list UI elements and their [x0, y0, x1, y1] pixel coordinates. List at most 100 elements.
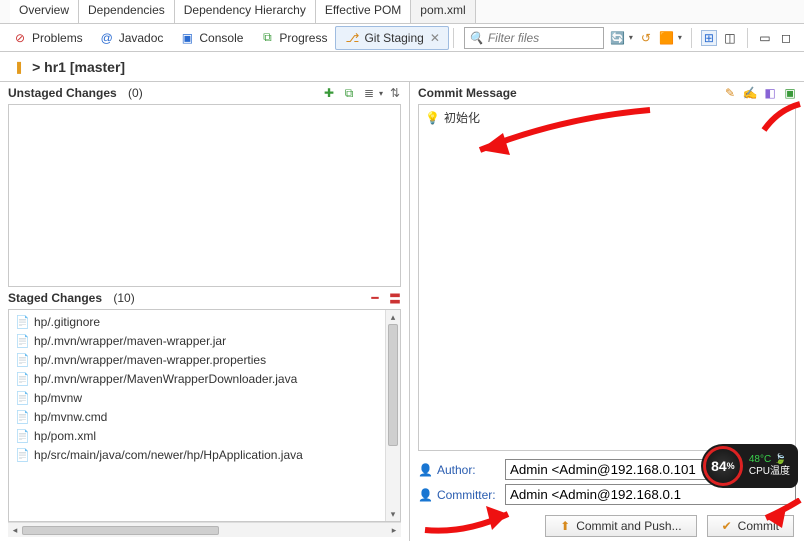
maximize-icon[interactable]: ◻	[778, 30, 794, 46]
repo-icon: ❚	[14, 60, 24, 74]
staged-block: Staged Changes (10) ━ 〓 📄hp/.gitignore📄h…	[0, 287, 409, 541]
scroll-right-button[interactable]: ▸	[387, 525, 401, 536]
separator	[691, 28, 692, 48]
author-label-text: Author:	[437, 463, 476, 477]
file-new-icon: 📄	[15, 353, 29, 367]
sort-icon[interactable]: ⇅	[387, 85, 403, 101]
repo-name: hr1	[44, 59, 66, 75]
view-tab-label: Problems	[32, 31, 83, 45]
list-item[interactable]: 📄hp/pom.xml	[13, 426, 396, 445]
editor-tab-dependencies[interactable]: Dependencies	[79, 0, 175, 23]
file-new-icon: 📄	[15, 315, 29, 329]
view-tab-javadoc[interactable]: @ Javadoc	[91, 26, 172, 50]
unstage-all-icon[interactable]: 〓	[387, 290, 403, 306]
view-tab-progress[interactable]: ⧉ Progress	[251, 26, 335, 50]
filter-input[interactable]: 🔍 Filter files	[464, 27, 604, 49]
view-toolbar: 🔄▾ ↺ 🟧▾ ⊞ ◫ ▭ ◻	[610, 28, 794, 48]
view-tab-console[interactable]: ▣ Console	[171, 26, 251, 50]
file-new-icon: 📄	[15, 372, 29, 386]
scroll-up-button[interactable]: ▴	[386, 310, 400, 324]
amend-icon[interactable]: ↺	[638, 30, 654, 46]
list-item[interactable]: 📄hp/mvnw	[13, 388, 396, 407]
commit-button[interactable]: ✔ Commit	[707, 515, 794, 537]
cylinder-icon[interactable]: 🟧	[659, 30, 675, 46]
amend-commit-icon[interactable]: ✎	[722, 85, 738, 101]
staged-pane[interactable]: 📄 hp/.gitignore 📄hp/.mvn/wrapper/maven-wra…	[8, 309, 401, 522]
scrollbar-vertical[interactable]: ▴ ▾	[385, 310, 400, 521]
view-tab-label: Javadoc	[119, 31, 164, 45]
commit-heading: Commit Message	[418, 86, 517, 100]
view-tab-label: Progress	[279, 31, 327, 45]
progress-icon: ⧉	[259, 30, 275, 46]
person-pen-icon: 👤	[418, 488, 433, 502]
leaf-icon: 🍃	[774, 454, 786, 465]
editor-tab-pom-xml[interactable]: pom.xml	[411, 0, 475, 23]
staged-header: Staged Changes (10) ━ 〓	[0, 287, 409, 309]
minimize-icon[interactable]: ▭	[757, 30, 773, 46]
editor-tab-dependency-hierarchy[interactable]: Dependency Hierarchy	[175, 0, 316, 23]
chevron-down-icon[interactable]: ▾	[629, 33, 633, 42]
list-icon[interactable]: ≣	[361, 85, 377, 101]
scroll-thumb[interactable]	[388, 324, 398, 446]
cpu-temp-value: 48°C	[749, 454, 771, 465]
view-tab-problems[interactable]: ⊘ Problems	[4, 26, 91, 50]
git-staging-icon: ⎇	[344, 30, 360, 46]
file-new-icon: 📄	[15, 410, 29, 424]
unstaged-block: Unstaged Changes (0) ✚ ⧉ ≣▾ ⇅	[0, 82, 409, 287]
scroll-down-button[interactable]: ▾	[386, 507, 400, 521]
person-icon: 👤	[418, 463, 433, 477]
unstage-icon[interactable]: ━	[367, 290, 383, 306]
editor-tab-bar: Overview Dependencies Dependency Hierarc…	[0, 0, 804, 24]
close-icon[interactable]: ✕	[430, 31, 440, 45]
columns-icon[interactable]: ◫	[722, 30, 738, 46]
repo-branch: [master]	[70, 59, 125, 75]
cpu-widget[interactable]: 84% 48°C 🍃 CPU温度	[701, 444, 798, 488]
layout-toggle-icon[interactable]: ⊞	[701, 30, 717, 46]
console-icon: ▣	[179, 30, 195, 46]
chevron-down-icon[interactable]: ▾	[678, 33, 682, 42]
scrollbar-horizontal[interactable]: ◂ ▸	[8, 522, 401, 537]
unstaged-pane[interactable]	[8, 104, 401, 287]
button-label: Commit and Push...	[576, 519, 681, 533]
list-item[interactable]: 📄hp/src/main/java/com/newer/hp/HpApplica…	[13, 445, 396, 464]
file-path: hp/pom.xml	[34, 429, 96, 443]
file-path: hp/.gitignore	[34, 315, 100, 329]
views-bar: ⊘ Problems @ Javadoc ▣ Console ⧉ Progres…	[0, 24, 804, 52]
list-item[interactable]: 📄 hp/.gitignore	[13, 312, 396, 331]
view-tab-label: Git Staging	[364, 31, 423, 45]
changeid-icon[interactable]: ◧	[762, 85, 778, 101]
list-item[interactable]: 📄hp/.mvn/wrapper/maven-wrapper.propertie…	[13, 350, 396, 369]
signoff-icon[interactable]: ✍	[742, 85, 758, 101]
list-item[interactable]: 📄 hp/.mvn/wrapper/MavenWrapperDownloader.…	[13, 369, 396, 388]
file-path: hp/src/main/java/com/newer/hp/HpApplicat…	[34, 448, 303, 462]
editor-tab-effective-pom[interactable]: Effective POM	[316, 0, 411, 23]
file-new-icon: 📄	[15, 334, 29, 348]
unstaged-title: Unstaged Changes	[8, 86, 117, 100]
commit-and-push-button[interactable]: ⬆ Commit and Push...	[545, 515, 696, 537]
stage-all-icon[interactable]: ⧉	[341, 85, 357, 101]
search-icon: 🔍	[469, 31, 484, 45]
push-icon: ⬆	[560, 519, 570, 533]
commit-icon: ✔	[722, 519, 732, 533]
unstaged-count: (0)	[128, 86, 143, 100]
list-item[interactable]: 📄hp/.mvn/wrapper/maven-wrapper.jar	[13, 331, 396, 350]
repo-prefix: >	[32, 59, 44, 75]
gerrit-icon[interactable]: ▣	[782, 85, 798, 101]
chevron-down-icon[interactable]: ▾	[379, 89, 383, 98]
separator	[453, 28, 454, 48]
list-item[interactable]: 📄hp/mvnw.cmd	[13, 407, 396, 426]
javadoc-icon: @	[99, 30, 115, 46]
button-label: Commit	[738, 519, 779, 533]
repo-banner: ❚ > hr1 [master]	[0, 52, 804, 82]
problems-icon: ⊘	[12, 30, 28, 46]
scroll-thumb-h[interactable]	[22, 526, 219, 535]
stage-icon[interactable]: ✚	[321, 85, 337, 101]
editor-tab-overview[interactable]: Overview	[10, 0, 79, 23]
cpu-temp-block: 48°C 🍃 CPU温度	[749, 454, 790, 478]
separator	[747, 28, 748, 48]
refresh-icon[interactable]: 🔄	[610, 30, 626, 46]
file-path: hp/.mvn/wrapper/MavenWrapperDownloader.j…	[34, 372, 297, 386]
scroll-left-button[interactable]: ◂	[8, 525, 22, 536]
commit-message-box[interactable]: 💡初始化	[418, 104, 796, 451]
view-tab-git-staging[interactable]: ⎇ Git Staging ✕	[335, 26, 448, 50]
